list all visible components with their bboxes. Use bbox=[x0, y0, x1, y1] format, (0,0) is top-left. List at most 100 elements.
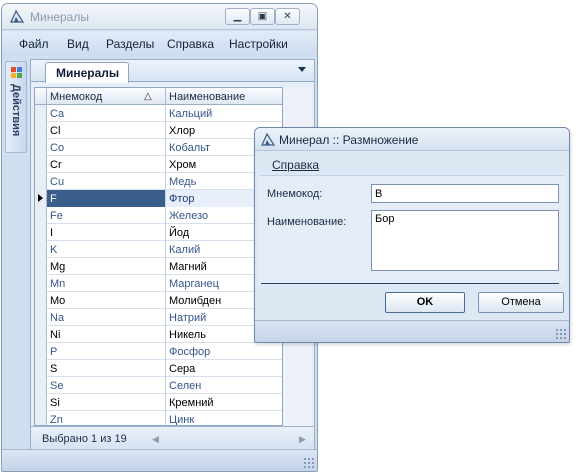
cell-name[interactable]: Фосфор bbox=[166, 343, 282, 360]
cell-name[interactable]: Цинк bbox=[166, 411, 282, 425]
dialog-footer bbox=[255, 320, 569, 342]
table-row[interactable]: Ni Никель bbox=[35, 326, 282, 343]
scroll-right-icon[interactable]: ▶ bbox=[299, 434, 306, 445]
menu-sections[interactable]: Разделы bbox=[106, 37, 154, 51]
dialog-menu-help[interactable]: Справка bbox=[272, 158, 319, 172]
ok-button[interactable]: OK bbox=[385, 292, 465, 313]
tab-minerals[interactable]: Минералы bbox=[45, 62, 129, 83]
table-row[interactable]: Mg Магний bbox=[35, 258, 282, 275]
window-footer bbox=[2, 449, 317, 471]
name-label: Наименование: bbox=[267, 216, 347, 228]
row-indicator[interactable] bbox=[35, 292, 47, 309]
current-row-icon bbox=[38, 194, 43, 202]
cell-code[interactable]: Mo bbox=[47, 292, 166, 309]
table-row[interactable]: Ca Кальций bbox=[35, 105, 282, 122]
table-row[interactable]: P Фосфор bbox=[35, 343, 282, 360]
table-row[interactable]: Co Кобальт bbox=[35, 139, 282, 156]
row-indicator[interactable] bbox=[35, 258, 47, 275]
table-row[interactable]: Zn Цинк bbox=[35, 411, 282, 425]
row-indicator[interactable] bbox=[35, 394, 47, 411]
table-row[interactable]: Mo Молибден bbox=[35, 292, 282, 309]
row-indicator[interactable] bbox=[35, 207, 47, 224]
column-header-code[interactable]: Мнемокод △ bbox=[47, 88, 166, 105]
table-row[interactable]: S Сера bbox=[35, 360, 282, 377]
row-indicator[interactable] bbox=[35, 241, 47, 258]
cell-code[interactable]: Na bbox=[47, 309, 166, 326]
cell-code[interactable]: Si bbox=[47, 394, 166, 411]
row-indicator[interactable] bbox=[35, 156, 47, 173]
table-row[interactable]: Se Селен bbox=[35, 377, 282, 394]
cancel-button[interactable]: Отмена bbox=[478, 292, 564, 313]
row-indicator[interactable] bbox=[35, 411, 47, 425]
cell-name[interactable]: Селен bbox=[166, 377, 282, 394]
cell-code[interactable]: Mg bbox=[47, 258, 166, 275]
row-indicator[interactable] bbox=[35, 173, 47, 190]
close-button[interactable]: ✕ bbox=[275, 8, 300, 25]
row-indicator[interactable] bbox=[35, 326, 47, 343]
title-bar: Минералы ▁ ▣ ✕ bbox=[2, 4, 317, 30]
code-field[interactable] bbox=[371, 184, 559, 203]
table-row[interactable]: I Йод bbox=[35, 224, 282, 241]
cell-code[interactable]: Mn bbox=[47, 275, 166, 292]
table-row[interactable]: Si Кремний bbox=[35, 394, 282, 411]
column-header-name[interactable]: Наименование bbox=[166, 88, 282, 105]
cell-code[interactable]: Ca bbox=[47, 105, 166, 122]
cell-code[interactable]: Cu bbox=[47, 173, 166, 190]
table-row[interactable]: Mn Марганец bbox=[35, 275, 282, 292]
cell-name[interactable]: Кальций bbox=[166, 105, 282, 122]
cell-code[interactable]: Fe bbox=[47, 207, 166, 224]
row-indicator[interactable] bbox=[35, 377, 47, 394]
table-row[interactable]: Cr Хром bbox=[35, 156, 282, 173]
cell-code[interactable]: S bbox=[47, 360, 166, 377]
name-field[interactable]: Бор bbox=[371, 210, 559, 271]
column-header-code-label: Мнемокод bbox=[50, 91, 103, 103]
row-indicator[interactable] bbox=[35, 224, 47, 241]
maximize-button[interactable]: ▣ bbox=[250, 8, 275, 25]
table-row[interactable]: Cu Медь bbox=[35, 173, 282, 190]
row-indicator[interactable] bbox=[35, 309, 47, 326]
table-row[interactable]: F Фтор bbox=[35, 190, 282, 207]
resize-grip[interactable] bbox=[303, 457, 315, 469]
minimize-button[interactable]: ▁ bbox=[225, 8, 250, 25]
cell-code[interactable]: Ni bbox=[47, 326, 166, 343]
table-row[interactable]: Fe Железо bbox=[35, 207, 282, 224]
cell-name[interactable]: Кремний bbox=[166, 394, 282, 411]
menu-help[interactable]: Справка bbox=[167, 37, 214, 51]
cell-code[interactable]: F bbox=[47, 190, 166, 207]
row-indicator[interactable] bbox=[35, 105, 47, 122]
menu-file[interactable]: Файл bbox=[19, 37, 49, 51]
window-title: Минералы bbox=[30, 10, 89, 24]
row-indicator[interactable] bbox=[35, 275, 47, 292]
table-row[interactable]: Cl Хлор bbox=[35, 122, 282, 139]
menu-view[interactable]: Вид bbox=[67, 37, 89, 51]
scroll-left-icon[interactable]: ◀ bbox=[152, 434, 159, 445]
cell-code[interactable]: Se bbox=[47, 377, 166, 394]
dropdown-icon[interactable] bbox=[298, 67, 306, 72]
cell-code[interactable]: P bbox=[47, 343, 166, 360]
row-indicator[interactable] bbox=[35, 139, 47, 156]
status-bar: Выбрано 1 из 19 ◀ ▶ bbox=[31, 426, 314, 450]
cell-code[interactable]: K bbox=[47, 241, 166, 258]
cell-code[interactable]: Cr bbox=[47, 156, 166, 173]
dialog-separator bbox=[261, 283, 559, 284]
row-indicator[interactable] bbox=[35, 360, 47, 377]
minimize-icon: ▁ bbox=[233, 11, 242, 22]
row-indicator[interactable] bbox=[35, 190, 47, 207]
table-row[interactable]: Na Натрий bbox=[35, 309, 282, 326]
cell-code[interactable]: Zn bbox=[47, 411, 166, 425]
tab-strip: Минералы bbox=[31, 60, 314, 83]
actions-sidebar[interactable]: Действия bbox=[5, 61, 27, 153]
menu-bar: Файл Вид Разделы Справка Настройки bbox=[2, 31, 317, 55]
menu-settings[interactable]: Настройки bbox=[229, 37, 288, 51]
cell-code[interactable]: Cl bbox=[47, 122, 166, 139]
table-row[interactable]: K Калий bbox=[35, 241, 282, 258]
resize-grip[interactable] bbox=[555, 328, 567, 340]
actions-icon bbox=[11, 67, 22, 78]
cell-code[interactable]: Co bbox=[47, 139, 166, 156]
cell-name[interactable]: Сера bbox=[166, 360, 282, 377]
app-icon bbox=[261, 132, 276, 146]
row-indicator[interactable] bbox=[35, 343, 47, 360]
row-indicator[interactable] bbox=[35, 122, 47, 139]
cell-code[interactable]: I bbox=[47, 224, 166, 241]
app-icon bbox=[10, 9, 25, 23]
